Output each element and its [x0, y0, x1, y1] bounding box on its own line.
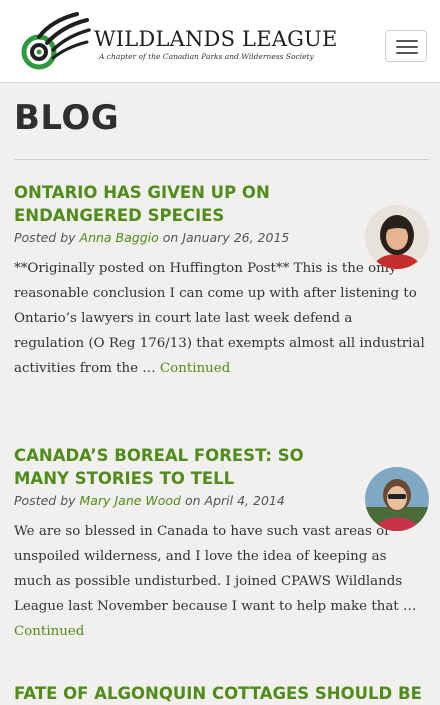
post-title[interactable]: ONTARIO HAS GIVEN UP ON ENDANGERED SPECI… — [14, 181, 364, 227]
menu-toggle-button[interactable] — [385, 30, 427, 62]
on-label: on — [162, 230, 179, 245]
author-link[interactable]: Mary Jane Wood — [80, 493, 181, 508]
author-avatar[interactable] — [365, 467, 429, 531]
post-title[interactable]: CANADA’S BOREAL FOREST: SO MANY STORIES … — [14, 444, 364, 490]
logo-title[interactable]: WILDLANDS LEAGUE — [94, 27, 338, 51]
post-excerpt: **Originally posted on Huffington Post**… — [14, 256, 426, 381]
excerpt-text: We are so blessed in Canada to have such… — [14, 524, 417, 614]
blog-post: ONTARIO HAS GIVEN UP ON ENDANGERED SPECI… — [14, 181, 429, 381]
on-label: on — [184, 493, 201, 508]
blog-post: CANADA’S BOREAL FOREST: SO MANY STORIES … — [14, 444, 429, 644]
post-title[interactable]: FATE OF ALGONQUIN COTTAGES SHOULD BE — [14, 682, 429, 705]
author-link[interactable]: Anna Baggio — [80, 230, 159, 245]
hamburger-icon — [396, 40, 418, 42]
site-header: WILDLANDS LEAGUE A chapter of the Canadi… — [0, 0, 440, 83]
excerpt-text: **Originally posted on Huffington Post**… — [14, 261, 425, 376]
blog-post: FATE OF ALGONQUIN COTTAGES SHOULD BE — [14, 682, 429, 705]
author-avatar[interactable] — [365, 205, 429, 269]
post-date: April 4, 2014 — [204, 493, 285, 508]
posted-by-label: Posted by — [14, 493, 76, 508]
continued-link[interactable]: Continued — [14, 624, 84, 639]
wildlands-logo-icon[interactable] — [17, 12, 93, 70]
page-title: BLOG — [14, 98, 120, 138]
title-divider — [14, 159, 429, 160]
hamburger-icon-line — [396, 52, 418, 54]
hamburger-icon-line — [396, 46, 418, 48]
logo-subtitle: A chapter of the Canadian Parks and Wild… — [99, 52, 314, 61]
posted-by-label: Posted by — [14, 230, 76, 245]
continued-link[interactable]: Continued — [160, 361, 230, 376]
post-date: January 26, 2015 — [182, 230, 290, 245]
post-excerpt: We are so blessed in Canada to have such… — [14, 519, 426, 644]
